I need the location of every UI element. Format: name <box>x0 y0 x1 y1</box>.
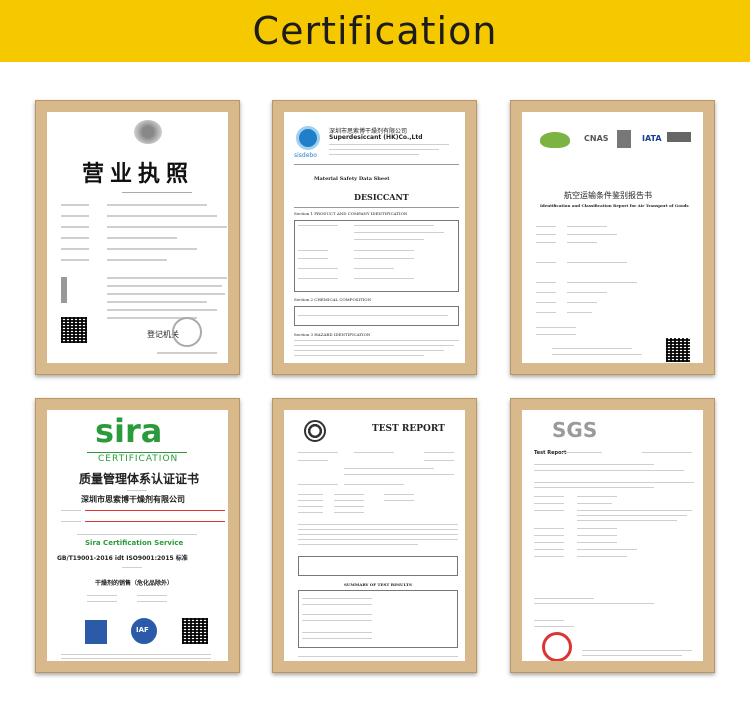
logo-text: sisdebo <box>294 152 317 159</box>
certificate-frame-sgs: SGS Test Report <box>510 398 715 673</box>
document-title: DESICCANT <box>354 192 409 202</box>
inspection-logo-icon <box>617 130 631 148</box>
certificate-paper: sira CERTIFICATION 质量管理体系认证证书 深圳市思索博干燥剂有… <box>47 410 228 661</box>
bureau-veritas-logo-icon <box>304 420 326 442</box>
sheet-title: Material Safety Data Sheet <box>314 176 390 182</box>
certificate-frame-test-report: TEST REPORT SUMMARY OF TEST RESULTS <box>272 398 477 673</box>
sira-logo-sub: CERTIFICATION <box>98 454 179 464</box>
report-title: 航空运输条件鉴别报告书 <box>564 191 652 200</box>
certificate-frame-business-license: 营业执照 登记机关 <box>35 100 240 375</box>
green-certification-logo-icon <box>540 132 570 148</box>
report-subtitle: Identification and Classification Report… <box>540 203 689 208</box>
iaf-logo: IAF <box>136 626 149 634</box>
qr-code <box>61 317 87 343</box>
sgs-seal-icon <box>542 632 572 661</box>
strategic-partner-badge-icon <box>667 132 691 142</box>
section-1-heading: Section 1 PRODUCT AND COMPANY IDENTIFICA… <box>294 211 408 216</box>
section-3-heading: Section 3 HAZARD IDENTIFICATION <box>294 332 371 337</box>
cnas-logo: CNAS <box>584 134 609 143</box>
official-seal-icon <box>172 317 202 347</box>
sisdebo-logo-icon <box>296 126 320 150</box>
composition-table <box>294 306 459 326</box>
license-heading: 营业执照 <box>82 162 195 187</box>
certificate-frame-air-transport: CNAS IATA 航空运输条件鉴别报告书 Identification and… <box>510 100 715 375</box>
company-name-en: Superdesiccant (HK)Co.,Ltd <box>329 134 423 141</box>
company-name: 深圳市思索博干燥剂有限公司 <box>81 495 185 504</box>
certificate-paper: SGS Test Report <box>522 410 703 661</box>
section-2-heading: Section 2 CHEMICAL COMPOSITION <box>294 297 372 302</box>
certification-standard: GB/T19001-2016 idt ISO9001:2015 标准 <box>57 555 188 562</box>
sgs-logo: SGS <box>552 418 598 442</box>
certificate-title: 质量管理体系认证证书 <box>79 472 200 486</box>
test-report-label: Test Report <box>534 450 567 456</box>
page-title: Certification <box>252 9 498 53</box>
certificate-frame-msds: sisdebo 深圳市思索博干燥剂有限公司 Superdesiccant (HK… <box>272 100 477 375</box>
test-table <box>298 556 458 576</box>
certification-scope: 干燥剂的销售（危化品除外） <box>95 580 174 587</box>
qr-code <box>182 618 208 644</box>
certificate-frame-sira-iso9001: sira CERTIFICATION 质量管理体系认证证书 深圳市思索博干燥剂有… <box>35 398 240 673</box>
anab-accreditation-icon <box>85 620 107 644</box>
product-table <box>294 220 459 292</box>
qr-code <box>666 338 690 362</box>
certificate-paper: sisdebo 深圳市思索博干燥剂有限公司 Superdesiccant (HK… <box>284 112 465 363</box>
iata-logo: IATA <box>642 134 662 143</box>
report-title: TEST REPORT <box>372 424 445 434</box>
certificate-paper: CNAS IATA 航空运输条件鉴别报告书 Identification and… <box>522 112 703 363</box>
service-name: Sira Certification Service <box>85 539 184 547</box>
certificate-paper: TEST REPORT SUMMARY OF TEST RESULTS <box>284 410 465 661</box>
summary-heading: SUMMARY OF TEST RESULTS <box>344 582 412 587</box>
sira-logo: sira <box>95 412 163 450</box>
certificate-paper: 营业执照 登记机关 <box>47 112 228 363</box>
national-emblem-icon <box>134 120 162 144</box>
